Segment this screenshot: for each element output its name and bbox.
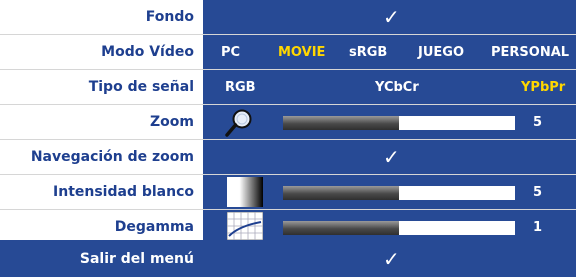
option-ypbpr[interactable]: YPbPr (521, 70, 565, 104)
option-juego[interactable]: JUEGO (418, 35, 464, 69)
intensidad-blanco-panel[interactable]: 5 (203, 175, 576, 209)
zoom-slider[interactable] (283, 116, 515, 130)
row-zoom[interactable]: Zoom 5 (0, 105, 576, 139)
option-movie[interactable]: MOVIE (278, 35, 325, 69)
degamma-value: 1 (533, 219, 543, 235)
degamma-curve-icon (227, 212, 263, 240)
fondo-checkmark-icon[interactable]: ✓ (383, 0, 400, 34)
row-fondo[interactable]: Fondo ✓ (0, 0, 576, 34)
fondo-label: Fondo (145, 9, 194, 25)
option-pc[interactable]: PC (221, 35, 240, 69)
fondo-panel[interactable]: ✓ (203, 0, 576, 34)
zoom-panel[interactable]: 5 (203, 105, 576, 139)
navegacion-checkmark-icon[interactable]: ✓ (383, 140, 400, 174)
navegacion-zoom-label: Navegación de zoom (30, 149, 194, 165)
degamma-label: Degamma (114, 219, 194, 235)
navegacion-zoom-panel[interactable]: ✓ (203, 140, 576, 174)
modo-video-panel[interactable]: PC MOVIE sRGB JUEGO PERSONAL (203, 35, 576, 69)
degamma-panel[interactable]: 1 (203, 210, 576, 244)
intensidad-blanco-value: 5 (533, 184, 543, 200)
degamma-slider-fill (283, 221, 399, 235)
intensidad-blanco-slider-fill (283, 186, 399, 200)
option-rgb[interactable]: RGB (225, 70, 256, 104)
option-ycbcr[interactable]: YCbCr (375, 70, 419, 104)
option-personal[interactable]: PERSONAL (491, 35, 569, 69)
zoom-value: 5 (533, 114, 543, 130)
row-intensidad-blanco[interactable]: Intensidad blanco 5 (0, 175, 576, 209)
zoom-slider-fill (283, 116, 399, 130)
magnifier-icon (225, 109, 252, 137)
modo-video-label: Modo Vídeo (101, 44, 194, 60)
tipo-senal-label: Tipo de señal (88, 79, 194, 95)
degamma-slider[interactable] (283, 221, 515, 235)
row-modo-video[interactable]: Modo Vídeo PC MOVIE sRGB JUEGO PERSONAL (0, 35, 576, 69)
intensidad-blanco-slider[interactable] (283, 186, 515, 200)
exit-checkmark-icon[interactable]: ✓ (383, 240, 400, 277)
row-navegacion-zoom[interactable]: Navegación de zoom ✓ (0, 140, 576, 174)
tipo-senal-panel[interactable]: RGB YCbCr YPbPr (203, 70, 576, 104)
intensidad-blanco-label: Intensidad blanco (53, 184, 194, 200)
row-degamma[interactable]: Degamma 1 (0, 210, 576, 244)
white-intensity-gradient-icon (227, 177, 263, 207)
row-tipo-senal[interactable]: Tipo de señal RGB YCbCr YPbPr (0, 70, 576, 104)
zoom-label: Zoom (150, 114, 194, 130)
exit-menu-label: Salir del menú (79, 250, 194, 267)
exit-menu-row[interactable]: Salir del menú ✓ (0, 240, 576, 277)
option-srgb[interactable]: sRGB (349, 35, 387, 69)
